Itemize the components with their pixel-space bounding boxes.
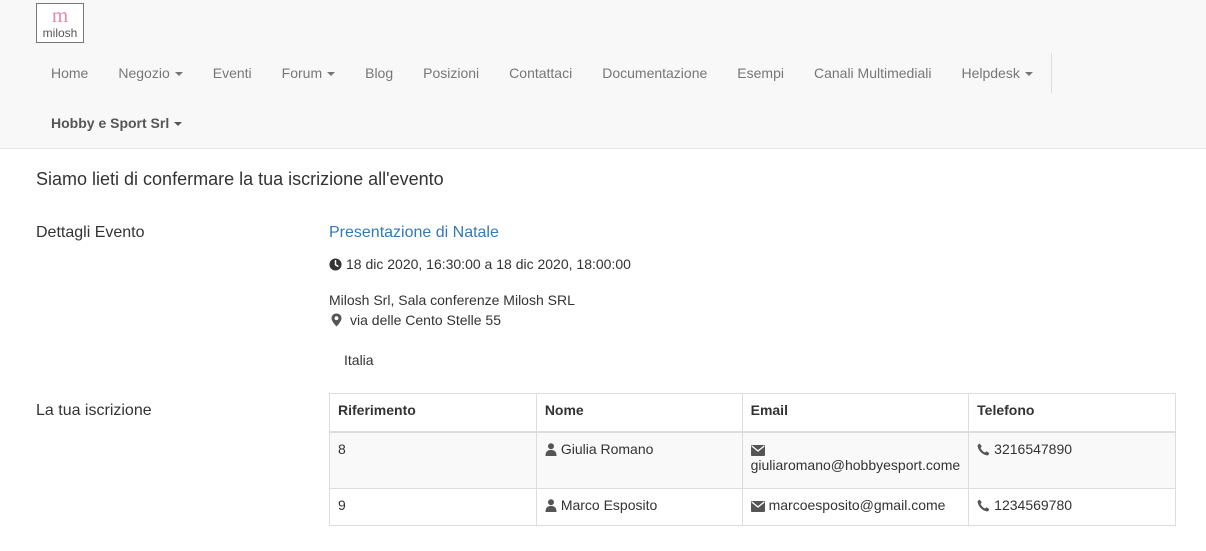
nav-item-canali-multimediali[interactable]: Canali Multimediali [799,53,947,93]
nav-item-negozio[interactable]: Negozio [103,53,197,93]
nav-label: Esempi [737,65,784,81]
account-menu[interactable]: Hobby e Sport Srl [36,103,197,143]
header-nome: Nome [535,393,743,433]
table-row: 9 Marco Esposito marcoesposito@gmail.com… [329,488,1176,526]
confirmation-heading: Siamo lieti di confermare la tua iscrizi… [36,169,444,189]
map-marker-icon [331,313,342,327]
event-street-text: via delle Cento Stelle 55 [350,312,501,328]
nav-label: Eventi [212,65,252,81]
top-navbar: m milosh Home Negozio Eventi Forum Blog … [0,0,1206,149]
cell-name: Marco Esposito [535,488,743,526]
table-row: 8 Giulia Romano giuliaromano@hobbyesport… [329,431,1176,489]
envelope-icon [750,444,765,456]
caret-down-icon [1024,72,1033,77]
nav-label: Posizioni [423,65,480,81]
nav-label: Forum [281,65,323,81]
event-datetime-text: 18 dic 2020, 16:30:00 a 18 dic 2020, 18:… [346,256,631,272]
phone-icon [977,499,990,512]
cell-phone: 1234569780 [968,488,1176,526]
event-street: via delle Cento Stelle 55 [331,312,501,328]
header-telefono: Telefono [968,393,1176,433]
cell-phone-text[interactable]: 1234569780 [994,497,1072,513]
cell-email: marcoesposito@gmail.come [741,488,970,526]
nav-item-blog[interactable]: Blog [350,53,408,93]
nav-item-home[interactable]: Home [36,53,103,93]
event-title-link[interactable]: Presentazione di Natale [329,224,499,242]
event-datetime: 18 dic 2020, 16:30:00 a 18 dic 2020, 18:… [329,256,631,272]
caret-down-icon [174,72,183,77]
logo-wordmark: milosh [42,26,78,40]
event-country: Italia [344,352,374,368]
cell-phone: 3216547890 [968,431,1176,489]
cell-email: giuliaromano@hobbyesport.come [741,431,970,489]
nav-label: Negozio [118,65,170,81]
nav-item-documentazione[interactable]: Documentazione [587,53,722,93]
clock-icon [329,258,342,271]
cell-email-text[interactable]: marcoesposito@gmail.come [769,497,946,513]
logo-mark: m [51,3,69,27]
nav-label: Contattaci [509,65,573,81]
cell-name: Giulia Romano [535,431,743,489]
cell-email-text[interactable]: giuliaromano@hobbyesport.come [751,457,961,473]
caret-down-icon [327,72,336,77]
nav-item-posizioni[interactable]: Posizioni [408,53,494,93]
event-venue: Milosh Srl, Sala conferenze Milosh SRL [329,292,575,308]
nav-item-esempi[interactable]: Esempi [722,53,799,93]
cell-ref: 8 [329,431,537,489]
caret-down-icon [174,122,183,127]
account-name: Hobby e Sport Srl [51,115,170,131]
milosh-logo[interactable]: m milosh [36,3,84,43]
phone-icon [977,443,990,455]
nav-label: Helpdesk [961,65,1020,81]
nav-divider [1051,53,1052,93]
registration-label: La tua iscrizione [36,402,152,419]
user-icon [545,499,557,512]
nav-label: Blog [365,65,394,81]
header-riferimento: Riferimento [329,393,537,433]
cell-ref: 9 [329,488,537,526]
main-menu: Home Negozio Eventi Forum Blog Posizioni… [36,53,1048,93]
cell-name-text: Giulia Romano [560,440,654,457]
envelope-icon [750,501,765,512]
nav-item-eventi[interactable]: Eventi [198,53,267,93]
cell-name-text: Marco Esposito [560,497,658,513]
user-icon [545,442,557,456]
nav-item-helpdesk[interactable]: Helpdesk [946,53,1047,93]
registration-table: Riferimento Nome Email Telefono 8 Giulia… [329,393,1176,526]
table-header-row: Riferimento Nome Email Telefono [329,393,1176,433]
nav-label: Canali Multimediali [813,65,932,81]
header-email: Email [741,393,970,433]
event-details-label: Dettagli Evento [36,224,145,241]
nav-item-contattaci[interactable]: Contattaci [494,53,587,93]
nav-label: Documentazione [602,65,708,81]
cell-phone-text[interactable]: 3216547890 [994,441,1072,457]
nav-item-forum[interactable]: Forum [267,53,350,93]
nav-label: Home [51,65,89,81]
